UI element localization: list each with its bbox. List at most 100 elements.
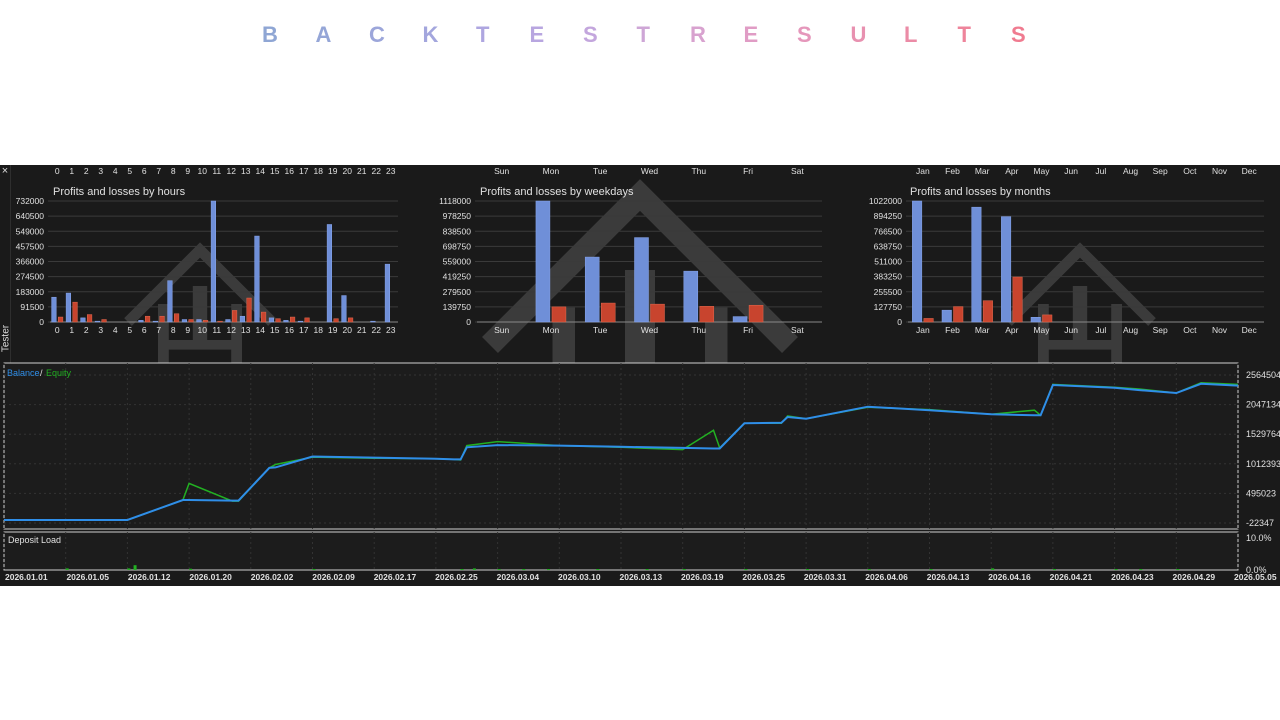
y-tick-label: 1118000 [439,196,471,206]
y-tick-label: 559000 [443,257,472,267]
top-category-label: Sun [494,166,509,176]
loss-bar [174,313,180,323]
x-tick-label: 19 [328,325,338,335]
loss-bar [188,319,194,323]
top-category-label: 5 [127,166,132,176]
loss-bar [748,304,764,323]
deposit-load-bar [1139,569,1143,571]
y-tick-label: 732000 [16,196,45,206]
x-tick-label: 10 [198,325,208,335]
profit-bar [94,320,101,323]
x-tick-label: 23 [386,325,396,335]
top-category-label: Sat [791,166,804,176]
x-tick-label: 0 [55,325,60,335]
profit-bar [225,319,231,323]
legend-balance: Balance [7,368,40,378]
loss-bar [699,306,715,323]
top-category-label: 14 [256,166,266,176]
loss-bar [1042,314,1053,323]
x-tick-label: 20 [343,325,353,335]
x-tick-label: Apr [1005,325,1018,335]
deposit-load-bar [189,568,193,570]
top-category-label: 1 [69,166,74,176]
top-category-label: 17 [299,166,309,176]
profit-bar [341,295,347,323]
title-letter: S [583,22,598,47]
profit-bar [239,315,246,323]
top-category-label: Feb [945,166,960,176]
deposit-load-bar [312,569,316,571]
x-tick-label: 2026.02.09 [312,572,355,582]
top-category-label: Fri [743,166,753,176]
profits-losses-by-hours-chart: YOFOREXYOFOREX01234567891011121314151617… [3,166,1280,582]
x-tick-label: May [1033,325,1050,335]
x-tick-label: 12 [227,325,237,335]
x-tick-label: 2026.01.05 [66,572,109,582]
y-tick-label: 766500 [874,226,903,236]
title-letter: S [1011,22,1026,47]
deposit-load-bar [127,568,131,570]
deposit-load-bar [867,569,871,571]
x-tick-label: 5 [127,325,132,335]
deposit-load-bar [744,569,748,571]
x-tick-label: Feb [945,325,960,335]
deposit-load-bar [65,568,69,570]
top-category-label: 9 [185,166,190,176]
profit-bar [80,317,86,323]
x-tick-label: Oct [1183,325,1197,335]
top-category-label: 7 [156,166,161,176]
loss-bar [58,316,64,323]
profit-bar [370,320,376,323]
x-tick-label: Tue [593,325,608,335]
top-category-label: 12 [227,166,237,176]
deposit-load-bar [1176,569,1180,571]
top-category-label: 23 [386,166,396,176]
deposit-load-bar [546,569,550,571]
title-letter: S [797,22,812,47]
x-tick-label: 2026.04.06 [865,572,908,582]
top-category-label: Jan [916,166,930,176]
top-category-label: Oct [1183,166,1197,176]
x-tick-label: Mar [975,325,990,335]
x-tick-label: Jul [1095,325,1106,335]
title-letter: B [262,22,278,47]
top-category-label: 20 [343,166,353,176]
profit-bar [1030,317,1041,323]
top-category-label: Apr [1005,166,1018,176]
deposit-load-title: Deposit Load [8,535,61,545]
deposit-load-bar [133,565,137,570]
x-tick-label: 2026.04.21 [1050,572,1093,582]
top-category-label: 8 [171,166,176,176]
deposit-load-bar [929,569,933,571]
loss-bar [600,302,616,323]
x-tick-label: 2026.03.19 [681,572,724,582]
profit-bar [181,319,188,323]
deposit-load-bar [645,569,649,571]
profit-bar [384,263,390,323]
y-tick-label: 274500 [16,272,45,282]
top-category-label: May [1033,166,1050,176]
y-tick-label: 255500 [874,287,903,297]
chart-title: Profits and losses by weekdays [480,186,634,198]
title-letter: E [529,22,545,47]
x-tick-label: 2026.02.17 [374,572,417,582]
x-tick-label: 2026.01.20 [189,572,232,582]
top-category-label: 2 [84,166,89,176]
y-tick-label: 638750 [874,241,903,251]
y-tick-label: 495023 [1246,488,1276,498]
x-tick-label: 17 [299,325,309,335]
y-tick-label: 894250 [874,211,903,221]
x-tick-label: 13 [241,325,251,335]
profit-bar [326,224,332,323]
top-category-label: 11 [212,166,221,176]
x-tick-label: 16 [285,325,295,335]
loss-bar [304,317,310,323]
x-tick-label: 2026.01.01 [5,572,48,582]
y-tick-label: 1529764 [1246,429,1280,439]
y-tick-label: -22347 [1246,518,1274,528]
title-letter: A [315,22,332,47]
chart-title: Profits and losses by hours [53,186,186,198]
deposit-load-bar [596,569,600,571]
x-tick-label: Mon [543,325,560,335]
y-tick-label: 978250 [443,211,472,221]
